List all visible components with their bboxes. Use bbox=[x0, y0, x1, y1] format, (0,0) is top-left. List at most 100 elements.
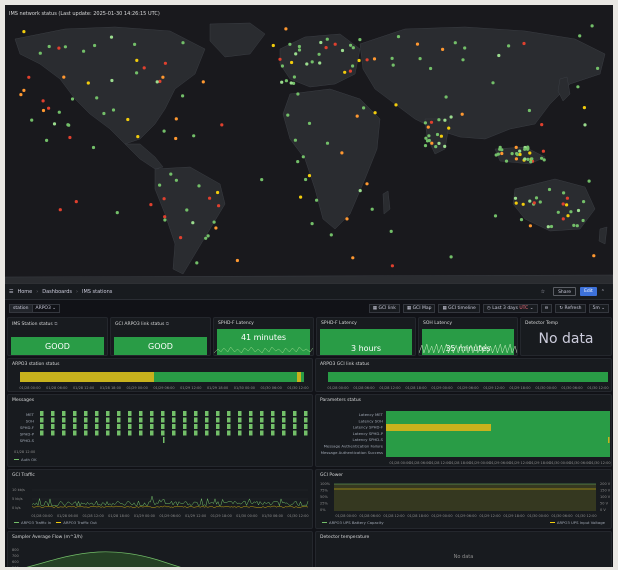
station-marker bbox=[204, 236, 208, 240]
menu-icon[interactable]: ☰ bbox=[9, 289, 13, 295]
message-block bbox=[117, 417, 121, 423]
station-marker bbox=[220, 123, 224, 127]
station-marker bbox=[135, 58, 139, 63]
tick-label: 01/29 00:00 bbox=[469, 461, 490, 465]
ims-station-status-panel[interactable]: IMS Station status ⧉ GOOD bbox=[7, 317, 108, 356]
message-block bbox=[95, 411, 99, 416]
clock-icon: ◷ bbox=[486, 306, 491, 311]
gci-link-status-panel[interactable]: GCI ARPO3 link status ⧉ GOOD bbox=[110, 317, 211, 356]
sampler-flow-panel[interactable]: Sampler Average Flow (m^3/h) 800 700 600… bbox=[7, 531, 313, 567]
parameters-status-panel[interactable]: Parameters status Latency MET Latency SOH… bbox=[315, 394, 612, 467]
station-marker bbox=[290, 60, 294, 65]
station-marker bbox=[521, 202, 525, 206]
station-marker bbox=[565, 203, 569, 207]
station-marker bbox=[340, 48, 345, 53]
station-marker bbox=[301, 155, 305, 159]
tick-label: 01/30 12:00 bbox=[287, 386, 308, 390]
message-block bbox=[271, 430, 275, 436]
star-icon[interactable]: ☆ bbox=[541, 289, 545, 295]
station-marker bbox=[192, 134, 196, 138]
tick-label: 01/29 12:00 bbox=[509, 461, 530, 465]
stat-value: GOOD bbox=[148, 341, 173, 351]
gci-timeline-button[interactable]: ▦ GCI timeline bbox=[438, 304, 480, 313]
messages-panel[interactable]: Messages MET SOH SPHD-F SPHD-P SPHD-S 01/28 … bbox=[7, 394, 313, 467]
message-block bbox=[238, 424, 242, 429]
sphd-f-latency-panel-2[interactable]: SPHD-F Latency 3 hours bbox=[316, 317, 416, 356]
station-marker bbox=[179, 236, 183, 240]
message-block bbox=[84, 417, 88, 423]
station-marker bbox=[540, 123, 544, 127]
row-label: Latency SPHD-F bbox=[353, 425, 383, 430]
detector-temp-panel[interactable]: Detector Temp No data bbox=[520, 317, 612, 356]
world-map[interactable] bbox=[5, 19, 613, 284]
gci-traffic-panel[interactable]: GCI Traffic 10 kb/s 5 kb/s 0 b/s 01/28 0… bbox=[7, 469, 313, 529]
y-tick-label: 100 V bbox=[600, 495, 611, 499]
message-block bbox=[282, 430, 286, 436]
station-marker bbox=[532, 201, 536, 205]
station-marker bbox=[351, 256, 355, 260]
panel-title: SOH Latency bbox=[423, 321, 452, 326]
y-tick-label: 100% bbox=[320, 482, 331, 486]
gci-timeline-label: GCI timeline bbox=[448, 306, 476, 311]
station-marker bbox=[514, 145, 518, 149]
sphd-f-latency-panel[interactable]: SPHD-F Latency 41 minutes bbox=[213, 317, 314, 356]
station-marker bbox=[280, 64, 284, 68]
station-marker bbox=[30, 118, 34, 122]
station-variable-select[interactable]: ARPO3 ⌄ bbox=[31, 304, 61, 313]
legend-auth-ok[interactable]: Auth OK bbox=[14, 457, 37, 462]
station-marker bbox=[174, 136, 178, 141]
edit-button[interactable]: Edit bbox=[580, 287, 597, 296]
message-block bbox=[238, 417, 242, 423]
station-status-panel[interactable]: ARPO3 station status 01/28 00:00 01/28 06… bbox=[7, 358, 313, 392]
station-marker bbox=[296, 160, 300, 164]
gci-map-button[interactable]: ▦ GCI Map bbox=[402, 304, 436, 313]
share-button[interactable]: Share bbox=[553, 287, 577, 296]
breadcrumb-dashboards[interactable]: Dashboards bbox=[42, 289, 72, 295]
tick-label: 01/28 18:00 bbox=[407, 514, 428, 518]
station-marker bbox=[22, 30, 26, 34]
station-variable-value: ARPO3 bbox=[35, 306, 51, 311]
message-block bbox=[249, 430, 253, 436]
panel-title: SPHD-F Latency bbox=[321, 321, 357, 326]
soh-latency-panel[interactable]: SOH Latency 35 minutes bbox=[418, 317, 518, 356]
tick-label: 01/30 00:00 bbox=[527, 514, 548, 518]
legend[interactable]: ARPO3 Traffic In ARPO3 Traffic Out bbox=[14, 520, 97, 525]
refresh-button[interactable]: ↻ Refresh bbox=[555, 304, 586, 313]
station-marker bbox=[528, 199, 532, 203]
stat-value: 41 minutes bbox=[240, 333, 287, 342]
grid-icon: ▦ bbox=[372, 306, 378, 311]
zoom-out-button[interactable]: ⊖ bbox=[540, 304, 553, 313]
detector-temperature-panel[interactable]: Detector temperature No data bbox=[315, 531, 612, 567]
station-marker bbox=[91, 145, 96, 150]
message-block bbox=[117, 424, 121, 429]
station-marker bbox=[569, 210, 573, 214]
station-marker bbox=[390, 264, 394, 268]
station-marker bbox=[201, 80, 205, 84]
refresh-interval-select[interactable]: 5m ⌄ bbox=[588, 304, 609, 313]
gci-link-button[interactable]: ▦ GCI link bbox=[368, 304, 400, 313]
station-marker bbox=[500, 151, 504, 156]
gci-power-panel[interactable]: GCI Power 100% 75% 50% 25% 0% 200 V 150 V 100 V… bbox=[315, 469, 612, 529]
y-tick-label: 10 kb/s bbox=[12, 488, 25, 492]
y-tick-label: 50% bbox=[320, 495, 328, 499]
station-marker bbox=[443, 118, 447, 122]
station-marker bbox=[38, 51, 42, 55]
station-marker bbox=[45, 138, 49, 142]
station-marker bbox=[297, 44, 301, 49]
collapse-icon[interactable]: ⌃ bbox=[601, 289, 605, 295]
tick-label: 01/29 12:00 bbox=[479, 514, 500, 518]
message-block bbox=[139, 411, 143, 416]
y-tick-label: 25% bbox=[320, 502, 328, 506]
gci-link-status-timeline-panel[interactable]: ARPO3 GCI link status 01/28 00:00 01/28 0… bbox=[315, 358, 612, 392]
station-marker bbox=[195, 261, 199, 265]
message-block bbox=[271, 417, 275, 423]
legend-voltage[interactable]: ARPO3 UPS Input Voltage bbox=[549, 520, 605, 525]
breadcrumb-home[interactable]: Home bbox=[17, 289, 32, 295]
legend-battery[interactable]: ARPO3 UPS Battery Capacity bbox=[322, 520, 384, 525]
station-marker bbox=[453, 41, 457, 45]
time-range-picker[interactable]: ◷ Last 3 days UTC ⌄ bbox=[482, 304, 538, 313]
station-marker bbox=[565, 196, 570, 200]
station-marker bbox=[578, 34, 582, 38]
tick-label: 01/30 12:00 bbox=[587, 386, 608, 390]
station-marker bbox=[463, 46, 467, 50]
